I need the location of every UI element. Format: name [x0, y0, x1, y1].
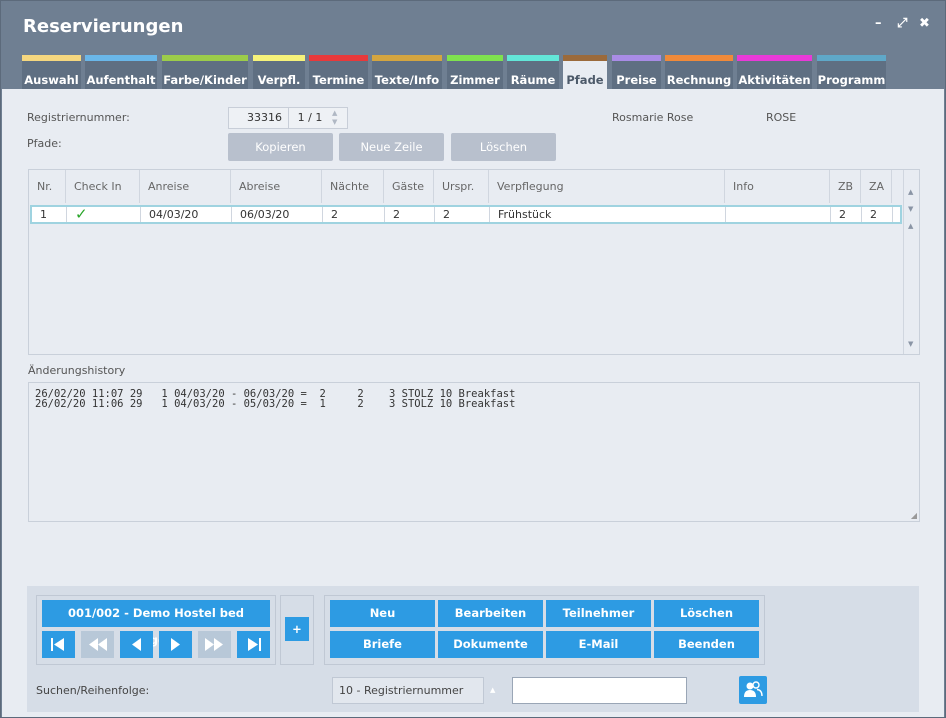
- window-titlebar: Reservierungen – ⤢ ✖ Auswahl Aufenthalt …: [1, 1, 945, 89]
- tab-termine[interactable]: Termine: [309, 55, 368, 89]
- reg-number-value[interactable]: 33316: [229, 108, 289, 128]
- fast-forward-icon[interactable]: [198, 631, 231, 658]
- users-icon: [744, 681, 763, 697]
- col-header-naechte[interactable]: Nächte: [322, 170, 384, 203]
- search-order-select[interactable]: 10 - Registriernummer: [332, 677, 484, 704]
- delete-button[interactable]: Löschen: [654, 600, 759, 627]
- spin-up-icon[interactable]: ▲: [332, 109, 337, 117]
- resize-grip-icon[interactable]: ◢: [911, 511, 917, 520]
- table-row[interactable]: 1 ✓ 04/03/20 06/03/20 2 2 2 Frühstück 2 …: [30, 205, 902, 224]
- col-header-anreise[interactable]: Anreise: [140, 170, 231, 203]
- col-header-gaeste[interactable]: Gäste: [384, 170, 434, 203]
- reservations-window: Reservierungen – ⤢ ✖ Auswahl Aufenthalt …: [0, 0, 946, 718]
- tab-raeume[interactable]: Räume: [507, 55, 559, 89]
- tab-content-pfade: Registriernummer: 33316 1 / 1 ▲ ▼ Rosmar…: [2, 89, 944, 717]
- col-header-verpflegung[interactable]: Verpflegung: [489, 170, 725, 203]
- copy-button[interactable]: Kopieren: [228, 133, 333, 161]
- delete-row-button[interactable]: Löschen: [451, 133, 556, 161]
- checkin-check-icon[interactable]: ✓: [67, 207, 141, 222]
- last-record-icon[interactable]: [237, 631, 270, 658]
- maximize-icon[interactable]: ⤢: [897, 17, 907, 31]
- fast-back-icon[interactable]: [81, 631, 114, 658]
- scroll-top-icon[interactable]: ▼: [908, 205, 913, 213]
- prev-record-icon[interactable]: [120, 631, 153, 658]
- scroll-row-up-icon[interactable]: ▲: [908, 222, 913, 230]
- tab-rechnung[interactable]: Rechnung: [665, 55, 733, 89]
- tab-texte-info[interactable]: Texte/Info: [372, 55, 442, 89]
- col-header-zb[interactable]: ZB: [830, 170, 861, 203]
- minimize-icon[interactable]: –: [875, 17, 882, 31]
- tab-pfade[interactable]: Pfade: [563, 55, 607, 89]
- close-icon[interactable]: ✖: [919, 17, 930, 31]
- cell-urspr: 2: [435, 207, 490, 222]
- guest-code: ROSE: [766, 111, 797, 124]
- tab-preise[interactable]: Preise: [612, 55, 661, 89]
- spin-down-icon[interactable]: ▼: [332, 118, 337, 126]
- tab-verpfl[interactable]: Verpfl.: [253, 55, 305, 89]
- col-header-urspr[interactable]: Urspr.: [434, 170, 489, 203]
- cell-za: 2: [862, 207, 893, 222]
- scroll-down-icon[interactable]: ▼: [908, 340, 913, 348]
- col-header-info[interactable]: Info: [725, 170, 830, 203]
- documents-button[interactable]: Dokumente: [438, 631, 543, 658]
- reg-page-indicator: 1 / 1: [297, 111, 323, 124]
- history-textarea[interactable]: 26/02/20 11:07 29 1 04/03/20 - 06/03/20 …: [28, 382, 920, 522]
- tab-auswahl[interactable]: Auswahl: [22, 55, 81, 89]
- letters-button[interactable]: Briefe: [330, 631, 435, 658]
- next-record-icon[interactable]: [159, 631, 192, 658]
- pfade-grid: Nr. Check In Anreise Abreise Nächte Gäst…: [28, 169, 920, 355]
- bottom-panel: 001/002 - Demo Hostel bed categories + N…: [27, 586, 919, 712]
- col-header-abreise[interactable]: Abreise: [231, 170, 322, 203]
- participants-button[interactable]: Teilnehmer: [546, 600, 651, 627]
- history-label: Änderungshistory: [28, 364, 126, 377]
- scroll-up-icon[interactable]: ▲: [908, 188, 913, 196]
- user-search-button[interactable]: [739, 676, 767, 704]
- first-record-icon[interactable]: [42, 631, 75, 658]
- add-category-button[interactable]: +: [285, 617, 309, 641]
- tab-zimmer[interactable]: Zimmer: [447, 55, 503, 89]
- new-button[interactable]: Neu: [330, 600, 435, 627]
- cell-nr: 1: [32, 207, 67, 222]
- reg-number-label: Registriernummer:: [27, 111, 130, 124]
- cell-verpflegung: Frühstück: [490, 207, 726, 222]
- cell-zb: 2: [831, 207, 862, 222]
- cell-info: [726, 207, 831, 222]
- pfade-label: Pfade:: [27, 137, 62, 150]
- email-button[interactable]: E-Mail: [546, 631, 651, 658]
- select-arrow-icon[interactable]: ▲: [490, 686, 495, 694]
- guest-name: Rosmarie Rose: [612, 111, 694, 124]
- col-header-za[interactable]: ZA: [861, 170, 892, 203]
- reg-number-box: 33316 1 / 1 ▲ ▼: [228, 107, 348, 129]
- close-button[interactable]: Beenden: [654, 631, 759, 658]
- search-label: Suchen/Reihenfolge:: [36, 684, 150, 697]
- edit-button[interactable]: Bearbeiten: [438, 600, 543, 627]
- cell-abreise: 06/03/20: [232, 207, 323, 222]
- tab-programm[interactable]: Programm: [817, 55, 886, 89]
- cell-anreise: 04/03/20: [141, 207, 232, 222]
- search-input[interactable]: [512, 677, 687, 704]
- new-row-button[interactable]: Neue Zeile: [339, 133, 444, 161]
- col-header-checkin[interactable]: Check In: [66, 170, 140, 203]
- window-title: Reservierungen: [23, 16, 184, 37]
- tab-aufenthalt[interactable]: Aufenthalt: [85, 55, 157, 89]
- tab-farbe-kinder[interactable]: Farbe/Kinder: [162, 55, 248, 89]
- cell-gaeste: 2: [385, 207, 435, 222]
- cell-naechte: 2: [323, 207, 385, 222]
- history-line: 26/02/20 11:06 29 1 04/03/20 - 05/03/20 …: [35, 398, 516, 410]
- category-button[interactable]: 001/002 - Demo Hostel bed categories: [42, 600, 270, 647]
- grid-header: Nr. Check In Anreise Abreise Nächte Gäst…: [29, 170, 903, 203]
- col-header-nr[interactable]: Nr.: [29, 170, 66, 203]
- tab-aktivitaeten[interactable]: Aktivitäten: [737, 55, 812, 89]
- grid-scrollbar[interactable]: ▲ ▼ ▲ ▼: [903, 170, 919, 354]
